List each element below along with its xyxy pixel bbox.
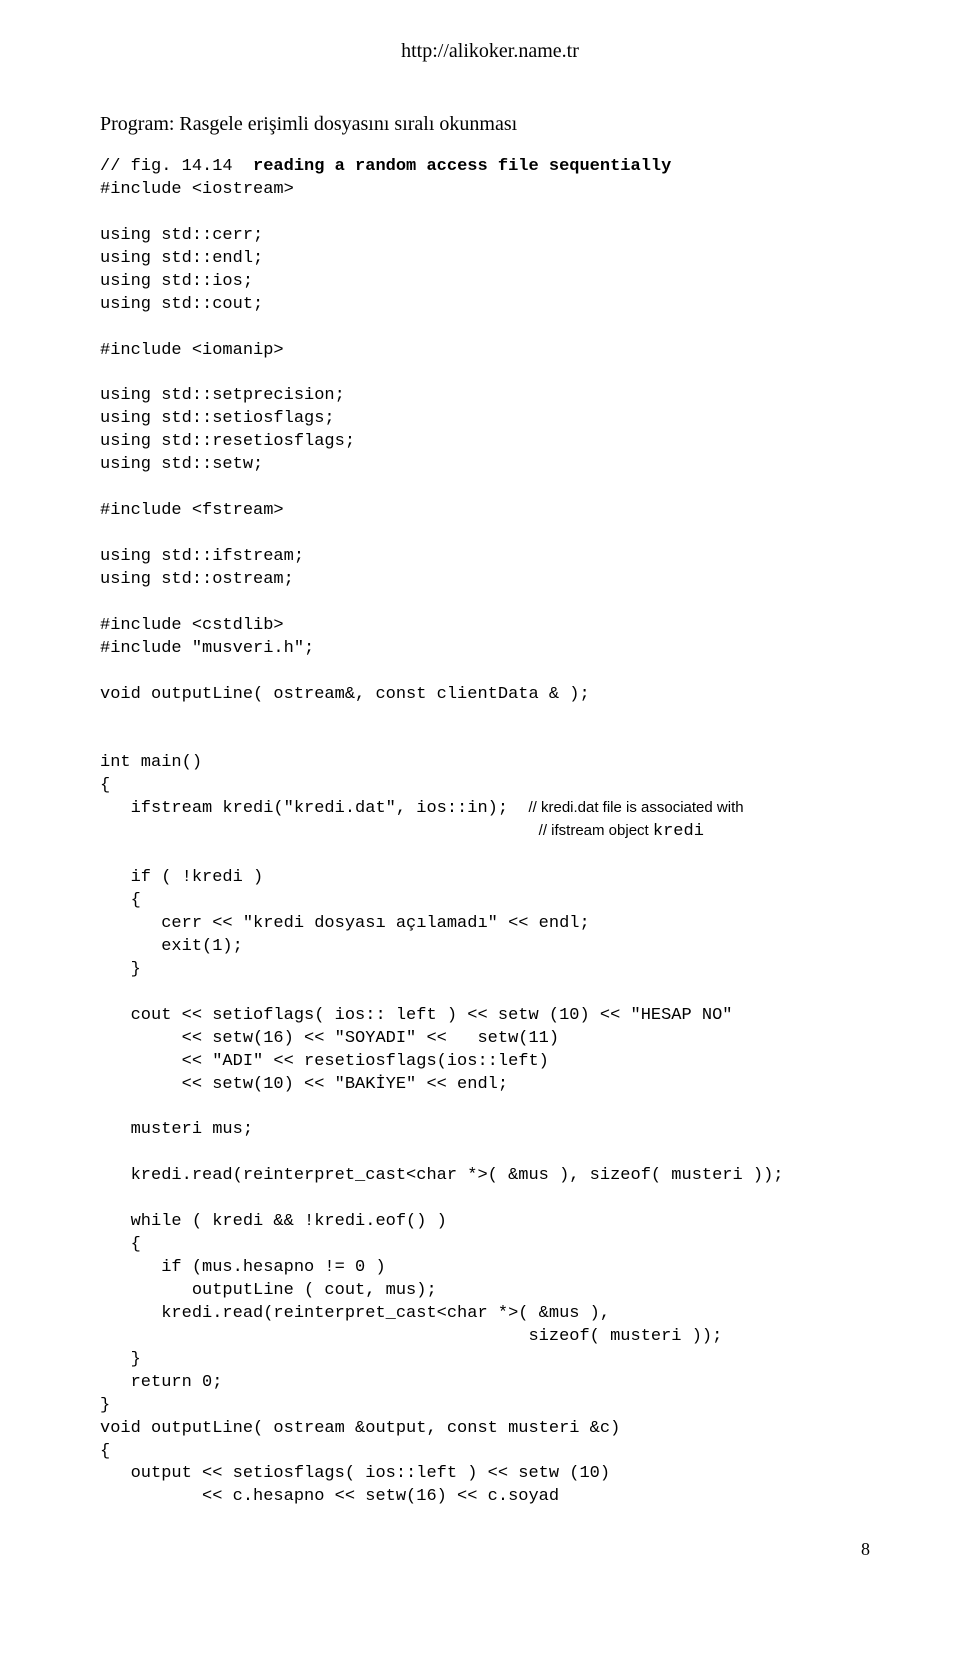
code-line: using std::ios;: [100, 272, 253, 291]
code-line: {: [100, 776, 110, 795]
code-line: kredi.read(reinterpret_cast<char *>( &mu…: [100, 1166, 784, 1185]
code-line: cerr << "kredi dosyası açılamadı" << end…: [100, 914, 590, 933]
code-line: {: [100, 891, 141, 910]
code-line: using std::resetiosflags;: [100, 432, 355, 451]
code-line: }: [100, 1350, 141, 1369]
code-line: using std::cout;: [100, 295, 263, 314]
code-line: ifstream kredi("kredi.dat", ios::in);: [100, 799, 528, 818]
code-line: using std::setprecision;: [100, 386, 345, 405]
code-line: using std::endl;: [100, 249, 263, 268]
code-line: #include <iostream>: [100, 180, 294, 199]
code-line: << "ADI" << resetiosflags(ios::left): [100, 1052, 549, 1071]
code-line: #include <iomanip>: [100, 341, 284, 360]
code-line: {: [100, 1235, 141, 1254]
code-line: << setw(10) << "BAKİYE" << endl;: [100, 1075, 508, 1094]
code-line: {: [100, 1442, 110, 1461]
code-line: cout << setioflags( ios:: left ) << setw…: [100, 1006, 733, 1025]
code-line: return 0;: [100, 1373, 222, 1392]
code-line: }: [100, 1396, 110, 1415]
code-line: if (mus.hesapno != 0 ): [100, 1258, 386, 1277]
code-line: using std::cerr;: [100, 226, 263, 245]
header-url: http://alikoker.name.tr: [100, 40, 880, 63]
inline-comment: // ifstream object: [539, 822, 653, 839]
code-line: kredi.read(reinterpret_cast<char *>( &mu…: [100, 1304, 610, 1323]
code-line: using std::setiosflags;: [100, 409, 335, 428]
code-line: outputLine ( cout, mus);: [100, 1281, 437, 1300]
inline-comment-code: kredi: [653, 822, 704, 841]
code-line: #include <fstream>: [100, 501, 284, 520]
code-line: using std::ifstream;: [100, 547, 304, 566]
code-line: sizeof( musteri ));: [100, 1327, 722, 1346]
code-line: musteri mus;: [100, 1120, 253, 1139]
code-line: << setw(16) << "SOYADI" << setw(11): [100, 1029, 559, 1048]
inline-comment: // kredi.dat file is associated with: [528, 799, 743, 816]
code-block: // fig. 14.14 reading a random access fi…: [100, 156, 880, 1509]
code-line: using std::ostream;: [100, 570, 294, 589]
code-line: #include "musveri.h";: [100, 639, 314, 658]
program-heading: Program: Rasgele erişimli dosyasını sıra…: [100, 113, 880, 136]
code-line: [100, 822, 539, 841]
code-line: int main(): [100, 753, 202, 772]
document-page: http://alikoker.name.tr Program: Rasgele…: [0, 0, 960, 1600]
code-line: }: [100, 960, 141, 979]
code-line: if ( !kredi ): [100, 868, 263, 887]
code-line: #include <cstdlib>: [100, 616, 284, 635]
code-line: output << setiosflags( ios::left ) << se…: [100, 1464, 610, 1483]
code-line: << c.hesapno << setw(16) << c.soyad: [100, 1487, 559, 1506]
code-line-bold: reading a random access file sequentiall…: [253, 157, 671, 176]
code-line: using std::setw;: [100, 455, 263, 474]
code-line: void outputLine( ostream&, const clientD…: [100, 685, 590, 704]
code-line: exit(1);: [100, 937, 243, 956]
code-line: void outputLine( ostream &output, const …: [100, 1419, 620, 1438]
page-number: 8: [100, 1539, 880, 1560]
code-line: while ( kredi && !kredi.eof() ): [100, 1212, 447, 1231]
code-line: // fig. 14.14: [100, 157, 253, 176]
